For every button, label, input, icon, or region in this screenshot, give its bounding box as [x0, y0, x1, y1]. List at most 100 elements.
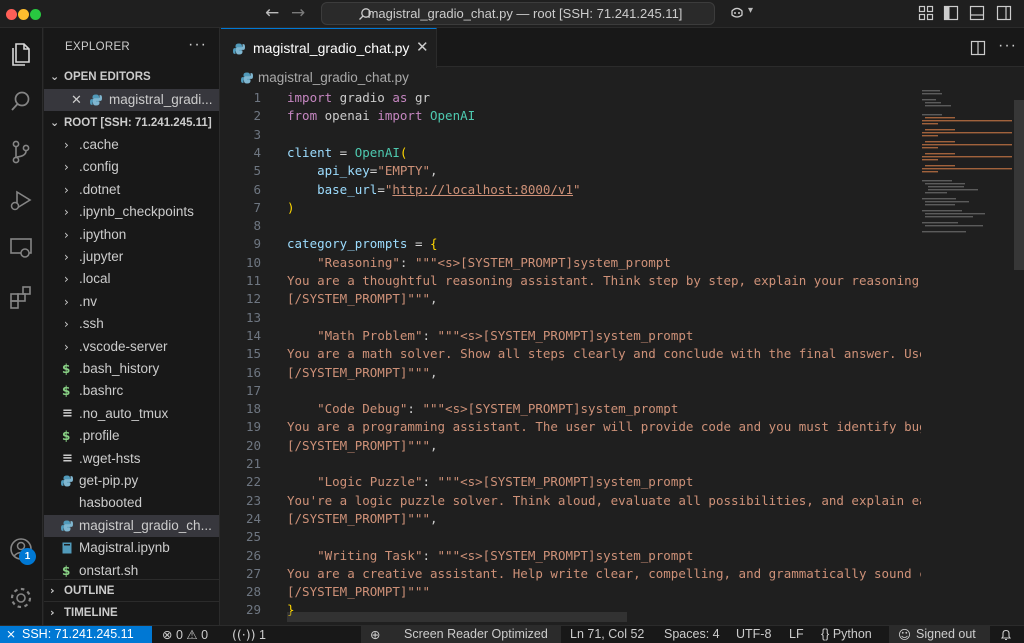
code-line[interactable]: 19 You are a programming assistant. The u…: [221, 418, 921, 436]
vertical-scrollbar-thumb[interactable]: [1014, 100, 1024, 270]
code-token: [/SYSTEM_PROMPT]""": [287, 510, 430, 526]
copilot-icon[interactable]: [729, 5, 745, 21]
more-actions-icon[interactable]: ···: [188, 36, 207, 54]
code-line[interactable]: 25: [221, 528, 921, 546]
manage-gear-icon[interactable]: [7, 584, 35, 612]
indentation[interactable]: Spaces: 4: [664, 626, 720, 643]
notifications-bell-icon[interactable]: [1000, 626, 1012, 643]
line-text: [/SYSTEM_PROMPT]""",: [287, 437, 438, 455]
file-item[interactable]: $ .bash_history: [44, 358, 219, 380]
folder-item[interactable]: › .jupyter: [44, 246, 219, 268]
search-icon[interactable]: [7, 88, 35, 116]
code-line[interactable]: 10 "Reasoning": """<s>[SYSTEM_PROMPT]sys…: [221, 254, 921, 272]
minimap[interactable]: [919, 88, 1013, 248]
file-item[interactable]: $ .bashrc: [44, 380, 219, 402]
remote-indicator[interactable]: ⨯ SSH: 71.241.245.11: [0, 626, 152, 643]
tab-magistral-gradio-chat[interactable]: magistral_gradio_chat.py ✕: [221, 28, 437, 68]
code-line[interactable]: 16 [/SYSTEM_PROMPT]""",: [221, 364, 921, 382]
code-line[interactable]: 7): [221, 199, 921, 217]
code-line[interactable]: 9 category_prompts = {: [221, 235, 921, 253]
folder-item[interactable]: › .config: [44, 156, 219, 178]
file-item[interactable]: Magistral.ipynb: [44, 537, 219, 559]
end-of-line[interactable]: LF: [789, 626, 804, 643]
run-and-debug-icon[interactable]: [7, 186, 35, 214]
toggle-primary-sidebar-icon[interactable]: [943, 5, 959, 21]
root-folder-header[interactable]: ⌄ ROOT [SSH: 71.241.245.11]: [44, 112, 219, 134]
chevron-down-icon[interactable]: ▾: [748, 5, 753, 16]
line-text: category_prompts = {: [287, 235, 438, 253]
cursor-position[interactable]: Ln 71, Col 52: [570, 626, 644, 643]
code-line[interactable]: 17: [221, 382, 921, 400]
open-editor-item[interactable]: ✕ magistral_gradi...: [44, 89, 219, 111]
file-item[interactable]: magistral_gradio_ch...: [44, 514, 219, 537]
toggle-panel-icon[interactable]: [969, 5, 985, 21]
command-center-search[interactable]: magistral_gradio_chat.py — root [SSH: 71…: [321, 2, 715, 25]
folder-item[interactable]: › .dotnet: [44, 179, 219, 201]
code-line[interactable]: 22 "Logic Puzzle": """<s>[SYSTEM_PROMPT]…: [221, 473, 921, 491]
python-file-icon: [61, 520, 73, 532]
forward-arrow-icon[interactable]: →: [291, 3, 305, 23]
folder-label: .cache: [79, 137, 119, 152]
breadcrumb[interactable]: magistral_gradio_chat.py: [221, 68, 1024, 88]
code-line[interactable]: 1 import gradio as gr: [221, 89, 921, 107]
screen-reader-mode[interactable]: ⊕ Screen Reader Optimized: [361, 626, 561, 643]
horizontal-scrollbar-thumb[interactable]: [287, 612, 627, 622]
code-line[interactable]: 24 [/SYSTEM_PROMPT]""",: [221, 510, 921, 528]
folder-item[interactable]: › .cache: [44, 134, 219, 156]
folder-item[interactable]: › .ipynb_checkpoints: [44, 201, 219, 223]
folder-item[interactable]: › .ssh: [44, 313, 219, 335]
code-editor[interactable]: 1 import gradio as gr 2 from openai import …: [221, 88, 921, 622]
code-line[interactable]: 21: [221, 455, 921, 473]
close-tab-icon[interactable]: ✕: [416, 38, 429, 56]
code-line[interactable]: 15 You are a math solver. Show all steps …: [221, 345, 921, 363]
file-item[interactable]: hasbooted: [44, 492, 219, 514]
account-status[interactable]: ☺ Signed out: [889, 626, 990, 643]
split-editor-icon[interactable]: [970, 40, 986, 56]
folder-item[interactable]: › .local: [44, 268, 219, 290]
code-line[interactable]: 23 You're a logic puzzle solver. Think al…: [221, 492, 921, 510]
ports-indicator[interactable]: ((·)) 1: [232, 626, 266, 643]
code-line[interactable]: 20 [/SYSTEM_PROMPT]""",: [221, 437, 921, 455]
file-item[interactable]: ≡ .wget-hsts: [44, 448, 219, 470]
language-mode[interactable]: {} Python: [821, 626, 872, 643]
file-item[interactable]: get-pip.py: [44, 470, 219, 492]
code-line[interactable]: 27 You are a creative assistant. Help wri…: [221, 565, 921, 583]
code-line[interactable]: 6 base_url="http://localhost:8000/v1": [221, 181, 921, 199]
code-line[interactable]: 4 client = OpenAI(: [221, 144, 921, 162]
code-line[interactable]: 26 "Writing Task": """<s>[SYSTEM_PROMPT]…: [221, 547, 921, 565]
code-line[interactable]: 11 You are a thoughtful reasoning assista…: [221, 272, 921, 290]
code-line[interactable]: 14 "Math Problem": """<s>[SYSTEM_PROMPT]…: [221, 327, 921, 345]
remote-explorer-icon[interactable]: [7, 234, 35, 262]
minimize-window-button[interactable]: [18, 9, 29, 20]
code-line[interactable]: 5 api_key="EMPTY",: [221, 162, 921, 180]
back-arrow-icon[interactable]: ←: [265, 3, 279, 23]
problems-indicator[interactable]: ⊗ 0 ⚠ 0: [162, 626, 208, 643]
outline-header[interactable]: › OUTLINE: [44, 579, 219, 601]
close-window-button[interactable]: [6, 9, 17, 20]
folder-item[interactable]: › .vscode-server: [44, 336, 219, 358]
encoding[interactable]: UTF-8: [736, 626, 771, 643]
code-line[interactable]: 18 "Code Debug": """<s>[SYSTEM_PROMPT]sy…: [221, 400, 921, 418]
maximize-window-button[interactable]: [30, 9, 41, 20]
timeline-header[interactable]: › TIMELINE: [44, 601, 219, 623]
code-line[interactable]: 8: [221, 217, 921, 235]
file-item[interactable]: $ .profile: [44, 425, 219, 447]
code-line[interactable]: 12 [/SYSTEM_PROMPT]""",: [221, 290, 921, 308]
code-line[interactable]: 13: [221, 309, 921, 327]
close-icon[interactable]: ✕: [71, 89, 82, 111]
explorer-icon[interactable]: [7, 40, 35, 68]
code-token: from: [287, 108, 318, 124]
code-line[interactable]: 2 from openai import OpenAI: [221, 107, 921, 125]
extensions-icon[interactable]: [7, 284, 35, 312]
more-actions-icon[interactable]: ···: [998, 37, 1017, 55]
toggle-secondary-sidebar-icon[interactable]: [996, 5, 1012, 21]
customize-layout-icon[interactable]: [918, 5, 934, 21]
folder-item[interactable]: › .nv: [44, 291, 219, 313]
folder-item[interactable]: › .ipython: [44, 224, 219, 246]
open-editors-header[interactable]: ⌄ OPEN EDITORS: [44, 66, 219, 88]
file-item[interactable]: ≡ .no_auto_tmux: [44, 403, 219, 425]
source-control-icon[interactable]: [7, 138, 35, 166]
code-line[interactable]: 28 [/SYSTEM_PROMPT]""": [221, 583, 921, 601]
code-line[interactable]: 3: [221, 126, 921, 144]
